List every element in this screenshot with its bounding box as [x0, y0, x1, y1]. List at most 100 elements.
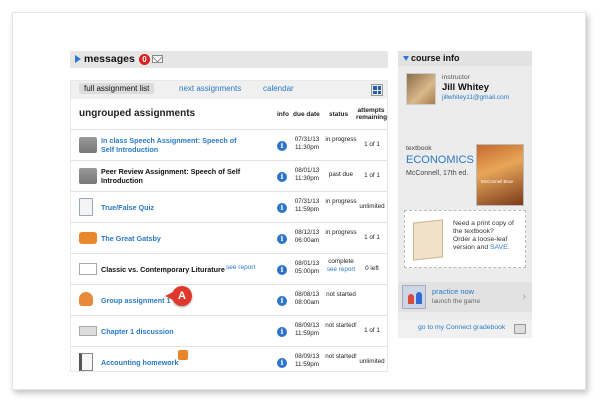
instructor-name: Jill Whitey [442, 82, 489, 93]
speech-icon [79, 168, 97, 184]
attempts-remaining: 1 of 1 [364, 141, 380, 148]
info-icon[interactable]: i [277, 141, 287, 151]
chevron-right-icon: › [522, 291, 526, 302]
messages-title: messages [84, 53, 135, 65]
section-title: ungrouped assignments [79, 108, 196, 119]
course-info-title: course info [411, 53, 460, 63]
status-text: not started [326, 291, 356, 298]
status-text: not started! [325, 353, 357, 360]
course-info-header[interactable]: course info [398, 51, 532, 66]
attempts-remaining: unlimited [359, 358, 385, 365]
expand-view-icon[interactable] [371, 84, 383, 96]
col-status: status [329, 111, 349, 118]
info-icon[interactable]: i [277, 234, 287, 244]
status-see-report-link[interactable]: see report [327, 266, 355, 273]
messages-bar[interactable]: messages 0 [70, 51, 388, 68]
practice-subtitle: launch the game [432, 298, 481, 305]
col-due-date: due date [293, 111, 320, 118]
mail-icon [152, 55, 163, 63]
discussion-icon [79, 326, 97, 336]
game-pieces-icon [402, 285, 426, 309]
table-row: Accounting homework i 08/09/13 11:59pm n… [71, 346, 387, 377]
due-date: 08/09/13 11:59pm [294, 322, 320, 337]
info-icon[interactable]: i [277, 296, 287, 306]
chart-icon [79, 263, 97, 275]
gradebook-icon [514, 324, 526, 334]
callout-marker: A [165, 286, 192, 306]
textbook-title-link[interactable]: ECONOMICS [406, 154, 474, 166]
assignment-link[interactable]: Accounting homework [101, 358, 251, 367]
status-text: past due [328, 171, 354, 178]
instructor-label: instructor [442, 74, 470, 81]
table-row: The Great Gatsby i 08/12/13 06:00am in p… [71, 222, 387, 253]
assignment-link[interactable]: Chapter 1 discussion [101, 327, 251, 336]
save-link[interactable]: SAVE. [490, 244, 510, 251]
textbook-author: McConnell, 17th ed. [406, 170, 469, 177]
textbook-label: textbook [406, 145, 432, 152]
collapse-arrow-icon[interactable] [403, 56, 409, 61]
info-icon[interactable]: i [277, 265, 287, 275]
due-date: 07/31/13 11:30pm [294, 136, 320, 151]
print-question: Need a print copy of the textbook? [453, 220, 514, 235]
tab-full-assignment-list[interactable]: full assignment list [79, 83, 155, 94]
document-icon [79, 198, 93, 216]
info-icon[interactable]: i [277, 172, 287, 182]
chat-icon [79, 232, 97, 244]
gradebook-bar: go to my Connect gradebook [398, 320, 532, 338]
attempts-remaining: 0 left [365, 265, 379, 272]
due-date: 07/31/13 11:59pm [294, 198, 320, 213]
col-attempts: attempts remaining [356, 107, 388, 121]
cover-author-text: McConnell Brue [481, 179, 514, 184]
assignment-link[interactable]: The Great Gatsby [101, 234, 251, 243]
attempts-remaining: 1 of 1 [364, 327, 380, 334]
table-row: Group assignment 1 i 08/08/13 08:00am no… [71, 284, 387, 315]
status-text: not started! [325, 322, 357, 329]
print-copy-box: Need a print copy of the textbook? Order… [404, 210, 526, 268]
messages-count-badge: 0 [139, 54, 150, 65]
info-icon[interactable]: i [277, 327, 287, 337]
speech-icon [79, 137, 97, 153]
status-cell: complete see report [325, 258, 357, 274]
table-row: True/False Quiz i 07/31/13 11:59pm in pr… [71, 191, 387, 222]
due-date: 08/08/13 08:00am [294, 291, 320, 306]
attempts-remaining: 1 of 1 [364, 172, 380, 179]
table-row: In class Speech Assignment: Speech of Se… [71, 129, 387, 160]
table-row: Peer Review Assignment: Speech of Self I… [71, 160, 387, 191]
practice-title: practice now [432, 287, 475, 296]
attempts-remaining: 1 of 1 [364, 234, 380, 241]
expand-arrow-icon[interactable] [75, 55, 81, 63]
due-date: 08/12/13 06:00am [294, 229, 320, 244]
due-date: 08/01/13 05:00pm [294, 260, 320, 275]
info-icon[interactable]: i [277, 203, 287, 213]
status-text: in progress [325, 198, 357, 205]
assignment-link[interactable]: In class Speech Assignment: Speech of Se… [101, 136, 251, 154]
col-info: info [277, 111, 289, 118]
see-report-link[interactable]: see report [226, 264, 255, 271]
assignments-panel: full assignment list next assignments ca… [70, 80, 388, 372]
assignment-name: Peer Review Assignment: Speech of Self I… [101, 167, 241, 185]
status-text: in progress [325, 136, 357, 143]
instructor-avatar [406, 73, 436, 105]
tab-next-assignments[interactable]: next assignments [179, 84, 241, 93]
practice-now-button[interactable]: practice now launch the game › [398, 282, 532, 312]
due-date: 08/01/13 11:30pm [294, 167, 320, 182]
table-header: ungrouped assignments info due date stat… [71, 103, 387, 129]
assignment-tabs: full assignment list next assignments ca… [71, 81, 387, 99]
group-icon [79, 292, 93, 306]
assignment-link[interactable]: True/False Quiz [101, 203, 251, 212]
info-icon[interactable]: i [277, 358, 287, 368]
textbook-cover[interactable]: McConnell Brue [476, 144, 524, 206]
tab-calendar[interactable]: calendar [263, 84, 294, 93]
alarm-clock-icon [178, 350, 188, 360]
print-copy-text: Need a print copy of the textbook? Order… [453, 220, 523, 252]
instructor-email-link[interactable]: jillwhitey11@gmail.com [442, 94, 509, 101]
table-row: Classic vs. Contemporary Liturature see … [71, 253, 387, 284]
notebook-icon [79, 353, 93, 371]
due-date: 08/09/13 11:59pm [294, 353, 320, 368]
status-text: complete [328, 258, 354, 265]
attempts-remaining: unlimited [359, 203, 385, 210]
status-text: in progress [325, 229, 357, 236]
table-row: Chapter 1 discussion i 08/09/13 11:59pm … [71, 315, 387, 346]
gradebook-link[interactable]: go to my Connect gradebook [418, 324, 505, 331]
book-icon [413, 219, 443, 261]
